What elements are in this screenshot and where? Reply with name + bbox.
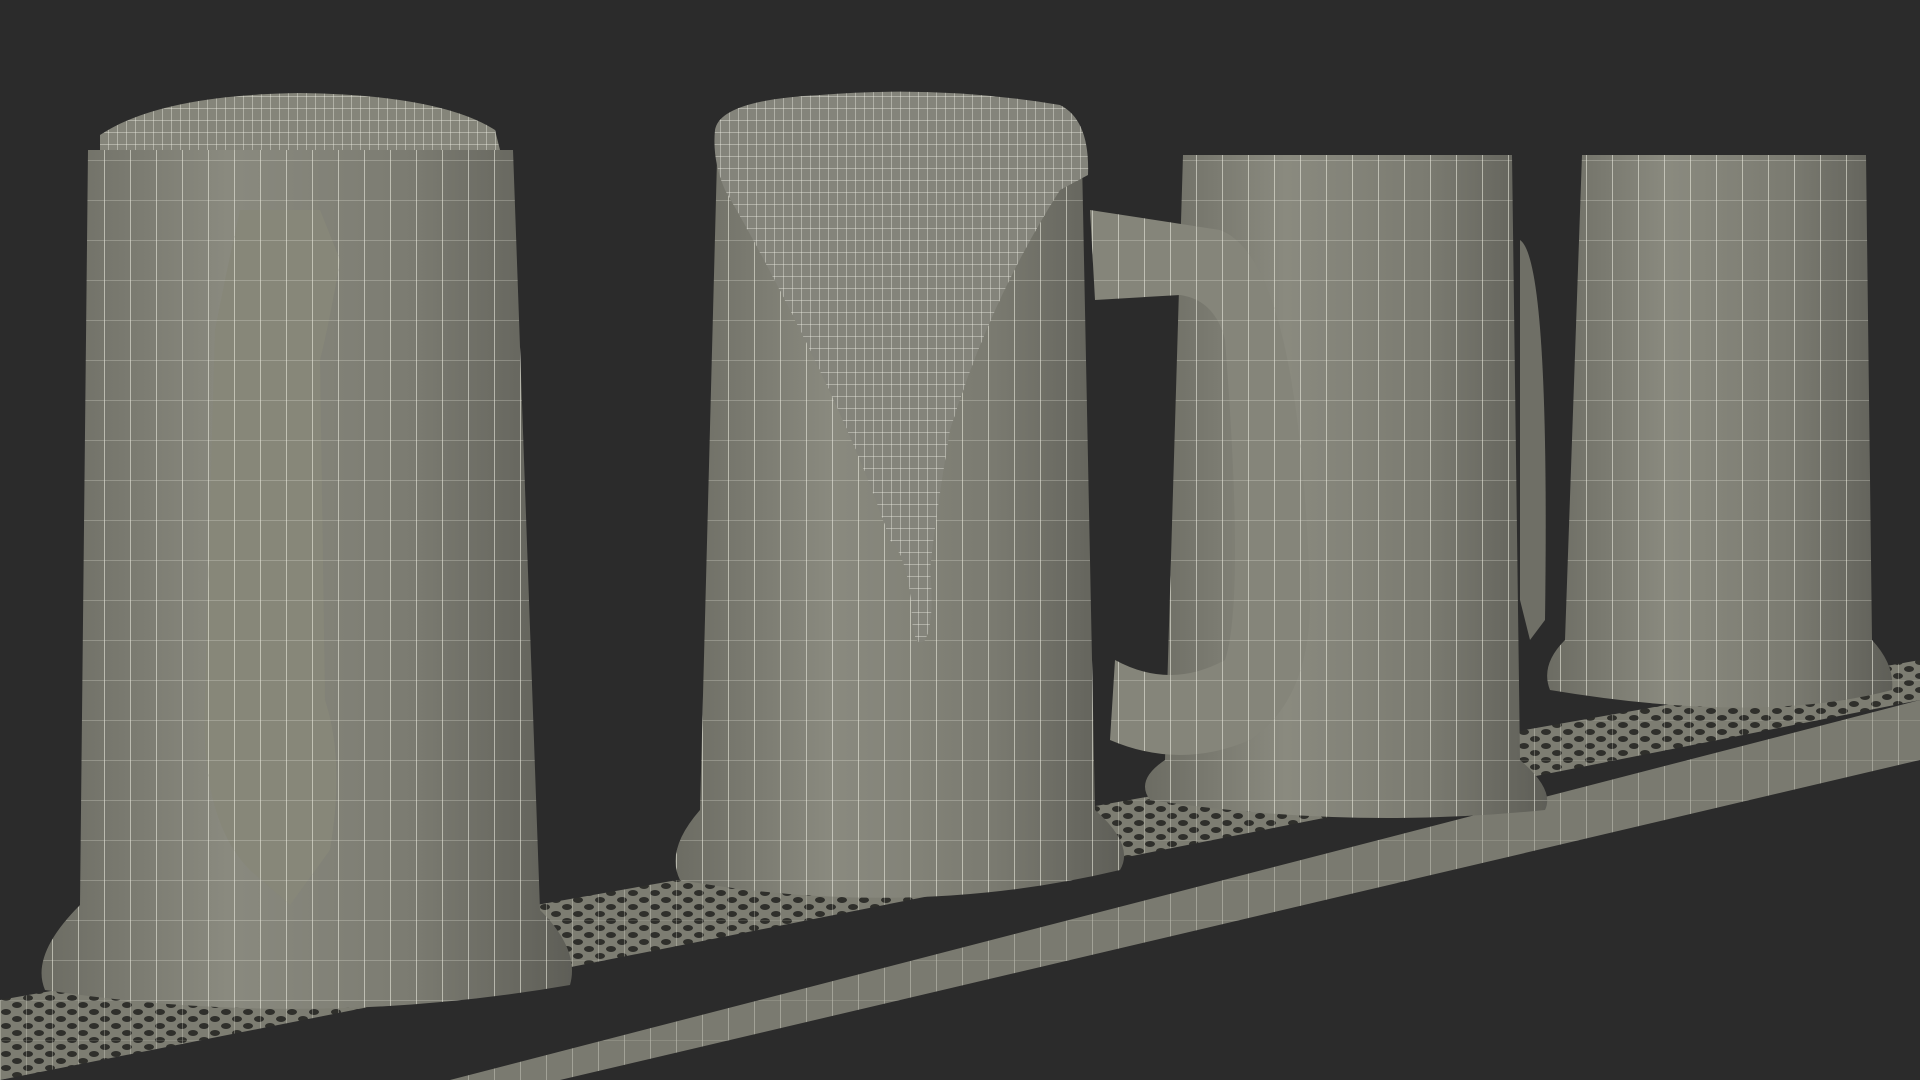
mug-with-lid <box>41 93 573 1009</box>
wireframe-scene <box>0 91 1920 1080</box>
plain-mug-4 <box>1547 155 1893 708</box>
